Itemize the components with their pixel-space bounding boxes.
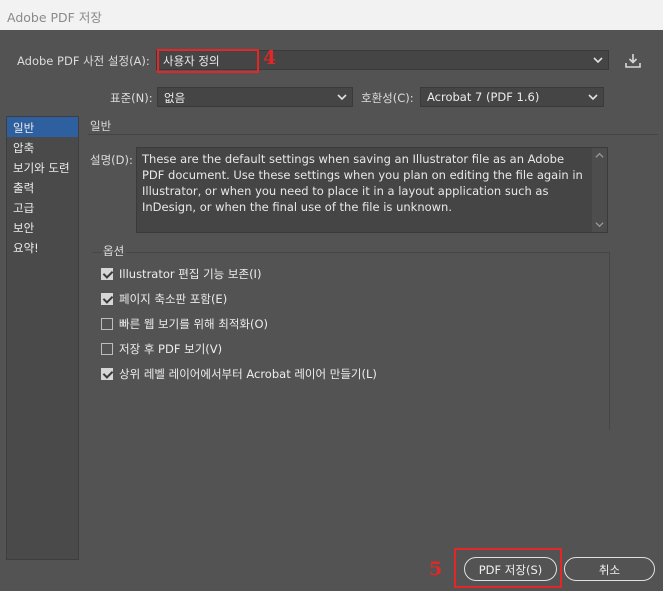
save-preset-icon[interactable]: [624, 52, 642, 70]
description-label: 설명(D):: [90, 153, 133, 167]
annotation-number-4: 4: [263, 47, 277, 69]
option-label: 저장 후 PDF 보기(V): [119, 342, 223, 356]
option-row-embed-thumbnails-checkbox[interactable]: 페이지 축소판 포함(E): [101, 291, 227, 307]
option-row-create-layers-checkbox[interactable]: 상위 레벨 레이어에서부터 Acrobat 레이어 만들기(L): [101, 366, 377, 382]
standard-select[interactable]: 없음: [157, 87, 353, 107]
sidebar-item-security[interactable]: 보안: [7, 217, 78, 237]
option-row-preserve-editing-checkbox[interactable]: Illustrator 편집 기능 보존(I): [101, 266, 261, 282]
pdf-save-dialog: Adobe PDF 사전 설정(A): 사용자 정의 4 표준(N): 없음 호…: [0, 30, 663, 591]
general-section-title: 일반: [90, 119, 112, 133]
sidebar-item-marks-bleeds[interactable]: 보기와 도련: [7, 157, 78, 177]
section-divider: [88, 134, 658, 135]
view-after-save-checkbox[interactable]: [101, 343, 113, 355]
annotation-box-preset: [157, 49, 259, 73]
scroll-up-icon[interactable]: [595, 151, 604, 160]
description-scrollbar[interactable]: [592, 148, 607, 232]
window-title: Adobe PDF 저장: [0, 0, 663, 30]
embed-thumbnails-checkbox[interactable]: [101, 293, 113, 305]
chevron-down-icon: [337, 94, 347, 101]
cancel-button[interactable]: 취소: [564, 557, 655, 581]
sidebar-item-summary[interactable]: 요약!: [7, 237, 78, 257]
description-textarea[interactable]: These are the default settings when savi…: [136, 147, 608, 233]
sidebar-item-output[interactable]: 출력: [7, 177, 78, 197]
option-label: 빠른 웹 보기를 위해 최적화(O): [119, 317, 269, 331]
option-row-optimize-web-checkbox[interactable]: 빠른 웹 보기를 위해 최적화(O): [101, 316, 268, 332]
option-label: 상위 레벨 레이어에서부터 Acrobat 레이어 만들기(L): [119, 367, 377, 381]
standard-label: 표준(N):: [110, 91, 153, 105]
sidebar-item-advanced[interactable]: 고급: [7, 197, 78, 217]
options-title: 옵션: [101, 243, 127, 259]
option-row-view-after-save-checkbox[interactable]: 저장 후 PDF 보기(V): [101, 341, 222, 357]
option-label: Illustrator 편집 기능 보존(I): [119, 267, 262, 281]
create-layers-checkbox[interactable]: [101, 368, 113, 380]
description-text: These are the default settings when savi…: [142, 152, 583, 214]
compat-label: 호환성(C):: [361, 91, 414, 105]
annotation-number-5: 5: [429, 558, 443, 580]
preserve-editing-checkbox[interactable]: [101, 268, 113, 280]
compat-value: Acrobat 7 (PDF 1.6): [427, 90, 540, 104]
chevron-down-icon: [593, 57, 603, 64]
standard-value: 없음: [164, 91, 186, 105]
chevron-down-icon: [588, 94, 598, 101]
sidebar-item-compression[interactable]: 압축: [7, 137, 78, 157]
category-sidebar: 일반 압축 보기와 도련 출력 고급 보안 요약!: [6, 116, 79, 560]
save-pdf-button[interactable]: PDF 저장(S): [464, 557, 557, 581]
compat-select[interactable]: Acrobat 7 (PDF 1.6): [420, 87, 604, 107]
scroll-down-icon[interactable]: [595, 220, 604, 229]
optimize-web-checkbox[interactable]: [101, 318, 113, 330]
sidebar-item-general[interactable]: 일반: [7, 117, 78, 137]
preset-label: Adobe PDF 사전 설정(A):: [17, 54, 150, 68]
option-label: 페이지 축소판 포함(E): [119, 292, 228, 306]
